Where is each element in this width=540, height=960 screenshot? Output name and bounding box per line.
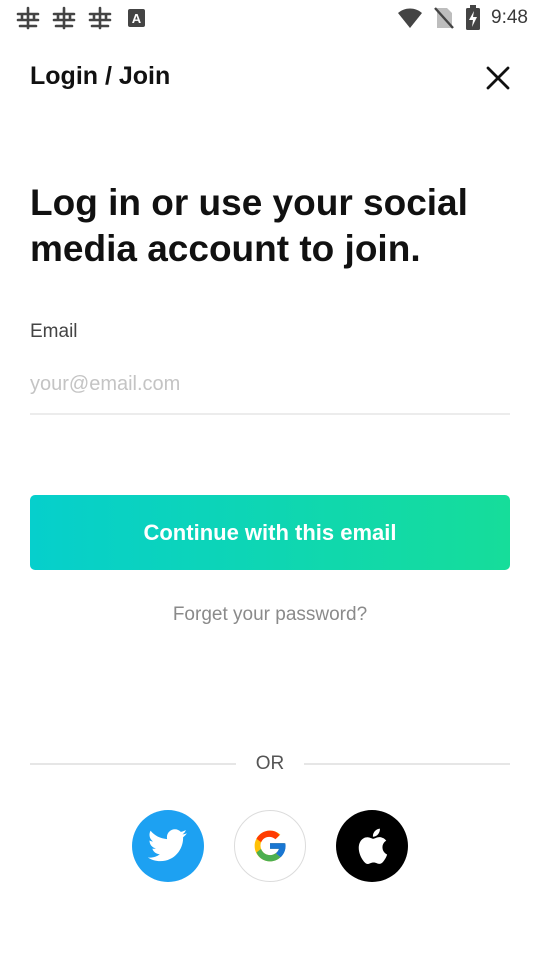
wifi-icon — [398, 8, 423, 28]
bug-icon — [88, 6, 112, 30]
forgot-password-link[interactable]: Forget your password? — [0, 604, 540, 626]
apple-icon — [358, 828, 388, 864]
bug-icon — [52, 6, 76, 30]
headline: Log in or use your social media account … — [30, 182, 468, 269]
or-divider-right — [304, 763, 510, 765]
battery-charging-icon — [466, 5, 481, 30]
bug-icon — [16, 6, 40, 30]
email-field-underline — [30, 413, 510, 415]
email-field[interactable] — [30, 362, 510, 406]
or-divider-left — [30, 763, 236, 765]
twitter-login-button[interactable] — [132, 810, 204, 882]
page-title: Login / Join — [30, 62, 171, 90]
notification-icons: A — [14, 6, 150, 30]
svg-text:A: A — [132, 11, 142, 26]
close-icon[interactable] — [482, 62, 514, 94]
continue-with-email-button[interactable]: Continue with this email — [30, 495, 510, 570]
system-icons: 9:48 — [397, 5, 528, 31]
twitter-icon — [148, 829, 188, 862]
or-divider-label: OR — [255, 753, 285, 774]
no-sim-icon — [434, 7, 454, 29]
email-label: Email — [30, 321, 78, 342]
status-bar: A 9:48 — [0, 0, 540, 36]
google-login-button[interactable] — [234, 810, 306, 882]
keyboard-a-icon: A — [128, 9, 145, 27]
apple-login-button[interactable] — [336, 810, 408, 882]
status-time: 9:48 — [491, 7, 528, 28]
google-icon — [254, 830, 286, 862]
